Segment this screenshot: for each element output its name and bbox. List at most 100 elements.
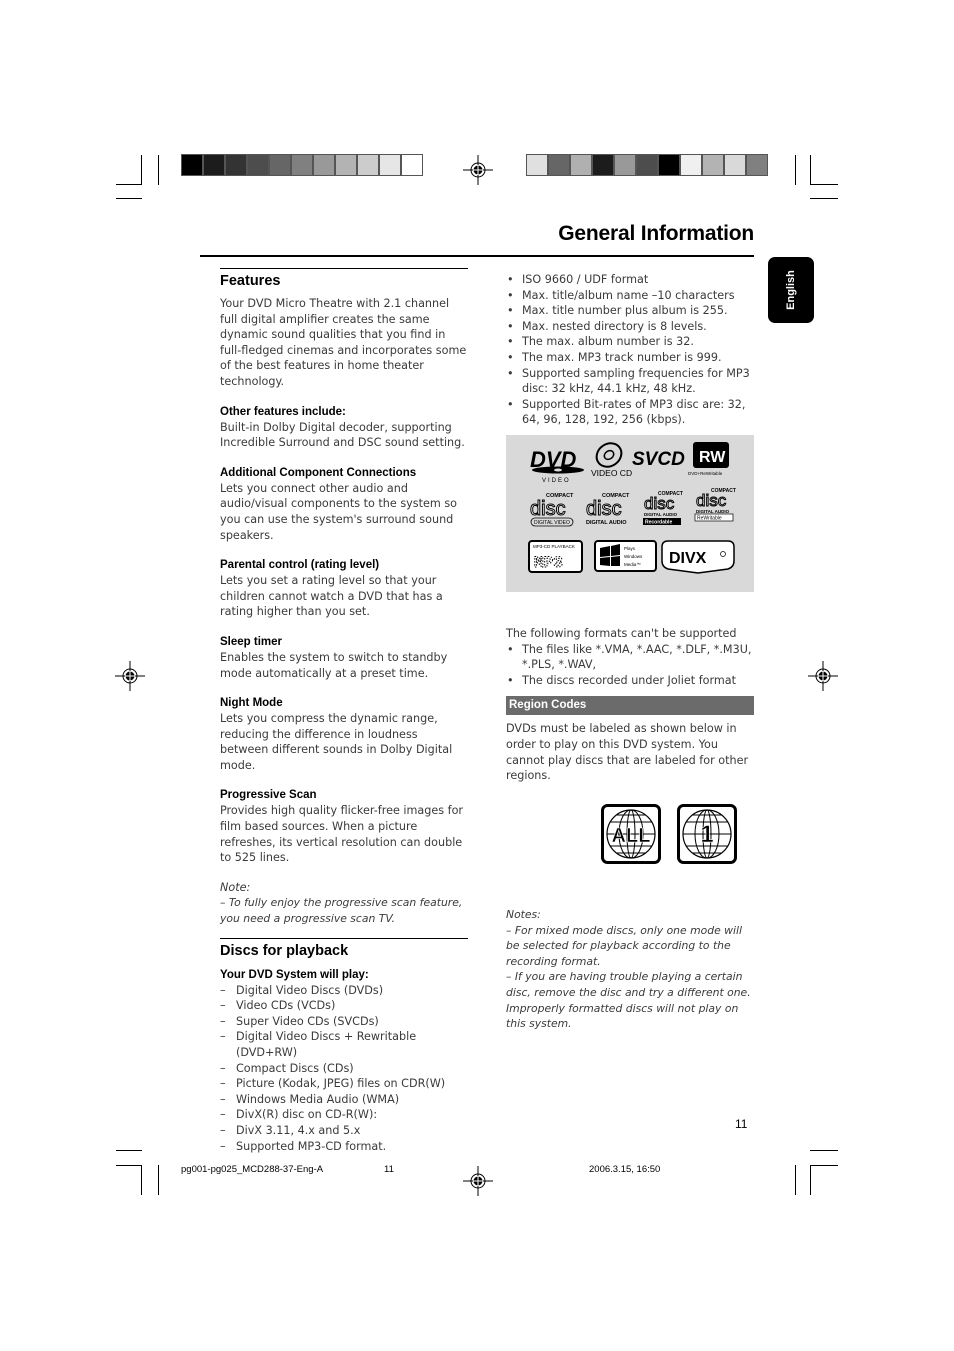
disc-list-item: Compact Discs (CDs) (220, 1061, 468, 1077)
color-swatch (336, 155, 356, 175)
cd-digital-video-logo: COMPACT disc DIGITAL VIDEO (530, 493, 574, 527)
svg-text:DIGITAL AUDIO: DIGITAL AUDIO (644, 512, 678, 517)
mp3-spec-item: The max. album number is 32. (506, 334, 754, 350)
crop-mark (810, 184, 838, 185)
dvd-video-logo: DVD VIDEO (530, 447, 584, 484)
right-column: ISO 9660 / UDF formatMax. title/album na… (506, 272, 754, 428)
note-label: Note: (220, 880, 251, 894)
registration-target-icon (463, 155, 493, 185)
mp3-spec-list: ISO 9660 / UDF formatMax. title/album na… (506, 272, 754, 428)
language-tab-label: English (785, 270, 797, 310)
color-swatch (593, 155, 613, 175)
svg-text:ReWritable: ReWritable (697, 516, 722, 522)
svg-text:MP3: MP3 (534, 554, 563, 572)
color-swatch (270, 155, 290, 175)
grayscale-swatch-bar-left (181, 154, 423, 176)
video-cd-logo: VIDEO CD (591, 442, 632, 478)
crop-mark (116, 198, 142, 199)
color-swatch (659, 155, 679, 175)
color-swatch (204, 155, 224, 175)
crop-mark (116, 1150, 142, 1151)
disc-list-item: DivX 3.11, 4.x and 5.x (220, 1123, 468, 1139)
feature-heading: Night Mode (220, 697, 283, 710)
feature-text: Lets you connect other audio and audio/v… (220, 481, 457, 542)
disc-list-item: Windows Media Audio (WMA) (220, 1092, 468, 1108)
note-item: – If you are having trouble playing a ce… (506, 970, 751, 1031)
color-swatch (292, 155, 312, 175)
feature-text: Enables the system to switch to standby … (220, 650, 448, 680)
unsupported-item: The discs recorded under Joliet format (506, 673, 754, 689)
unsupported-intro: The following formats can't be supported (506, 627, 737, 640)
crop-mark (810, 155, 811, 185)
grayscale-swatch-bar-right (526, 154, 768, 176)
svg-text:Recordable: Recordable (645, 520, 672, 526)
feature-text: Provides high quality flicker-free image… (220, 804, 464, 865)
feature-text: Lets you set a rating level so that your… (220, 574, 443, 619)
unsupported-item: The files like *.VMA, *.AAC, *.DLF, *.M3… (506, 642, 754, 673)
mp3-spec-item: Max. nested directory is 8 levels. (506, 319, 754, 335)
disc-list-item: Supported MP3-CD format. (220, 1139, 468, 1155)
crop-mark (116, 1165, 142, 1166)
feature-heading: Additional Component Connections (220, 466, 417, 479)
color-swatch (747, 155, 767, 175)
svg-text:RW: RW (699, 449, 726, 466)
footer-file-name: pg001-pg025_MCD288-37-Eng-A (181, 1164, 324, 1175)
crop-mark (810, 1165, 811, 1195)
dvd-rw-logo: RW DVD+ReWritable (688, 442, 729, 476)
region-globe-icon: 1 (677, 804, 737, 864)
color-swatch (314, 155, 334, 175)
disc-list-item: Digital Video Discs (DVDs) (220, 983, 468, 999)
feature-heading: Parental control (rating level) (220, 559, 380, 572)
feature-text: Lets you compress the dynamic range, red… (220, 712, 453, 772)
disc-list-item: Digital Video Discs + Rewritable (DVD+RW… (220, 1029, 468, 1060)
features-intro: Your DVD Micro Theatre with 2.1 channel … (220, 297, 467, 388)
language-tab: English (768, 257, 814, 323)
crop-mark (141, 155, 142, 185)
feature-heading: Other features include: (220, 405, 346, 418)
cd-digital-audio-logo: COMPACT disc DIGITAL AUDIO (586, 493, 631, 526)
color-swatch (402, 155, 422, 175)
svg-text:Media™: Media™ (624, 562, 641, 567)
svcd-logo: SVCD (632, 449, 685, 470)
page-number: 11 (735, 1117, 748, 1131)
svg-text:DIGITAL AUDIO: DIGITAL AUDIO (586, 520, 627, 526)
notes-label: Notes: (506, 908, 541, 921)
cd-recordable-logo: COMPACT disc DIGITAL AUDIO Recordable (643, 491, 683, 526)
registration-target-icon (115, 661, 145, 691)
color-swatch (226, 155, 246, 175)
right-column-lower: The following formats can't be supported… (506, 626, 754, 784)
color-swatch (182, 155, 202, 175)
mp3-spec-item: Max. title/album name –10 characters (506, 288, 754, 304)
feature-heading: Sleep timer (220, 635, 282, 648)
crop-mark (810, 198, 838, 199)
section-divider (220, 937, 468, 939)
disc-list-item: DivX(R) disc on CD-R(W): (220, 1107, 468, 1123)
cd-rewritable-logo: COMPACT disc DIGITAL AUDIO ReWritable (694, 488, 736, 522)
crop-mark (141, 1165, 142, 1195)
notes-list: – For mixed mode discs, only one mode wi… (506, 923, 754, 1032)
mp3-spec-item: ISO 9660 / UDF format (506, 272, 754, 288)
mp3-cd-playback-logo: MP3-CD PLAYBACK MP3 (528, 540, 583, 573)
svg-text:MP3-CD PLAYBACK: MP3-CD PLAYBACK (533, 544, 575, 549)
crop-mark (158, 1165, 159, 1195)
color-swatch (549, 155, 569, 175)
crop-mark (116, 184, 142, 185)
left-column: Features Your DVD Micro Theatre with 2.1… (220, 268, 468, 1154)
feature-text: Built-in Dolby Digital decoder, supporti… (220, 420, 465, 450)
mp3-spec-item: The max. MP3 track number is 999. (506, 350, 754, 366)
disc-list-item: Picture (Kodak, JPEG) files on CDR(W) (220, 1076, 468, 1092)
svg-text:DVD+ReWritable: DVD+ReWritable (688, 471, 723, 476)
unsupported-list: The files like *.VMA, *.AAC, *.DLF, *.M3… (506, 642, 754, 689)
svg-text:VIDEO: VIDEO (542, 478, 571, 484)
svg-text:DIGITAL AUDIO: DIGITAL AUDIO (696, 509, 730, 514)
disc-list-item: Super Video CDs (SVCDs) (220, 1014, 468, 1030)
mp3-spec-item: Supported sampling frequencies for MP3 d… (506, 366, 754, 397)
svg-text:disc: disc (696, 491, 727, 510)
color-swatch (571, 155, 591, 175)
divx-logo: DIVX (661, 540, 735, 574)
svg-text:disc: disc (644, 494, 675, 513)
crop-mark (810, 1165, 838, 1166)
crop-mark (795, 1165, 796, 1195)
crop-mark (158, 155, 159, 185)
mp3-spec-item: Supported Bit-rates of MP3 disc are: 32,… (506, 397, 754, 428)
